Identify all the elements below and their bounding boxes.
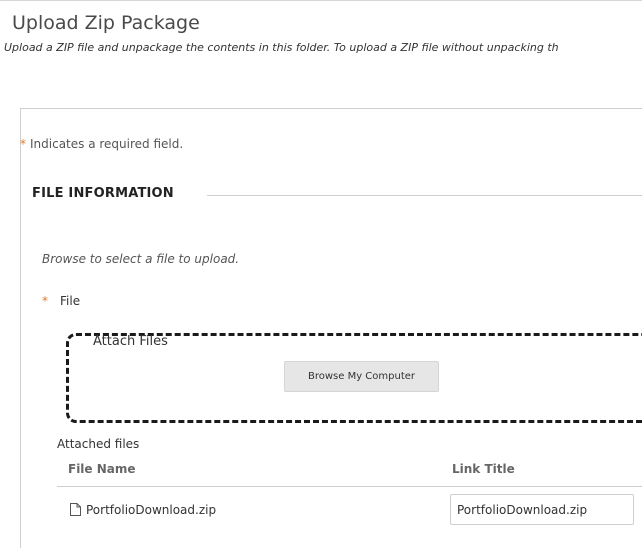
link-title-input[interactable] [450, 494, 634, 525]
section-divider [207, 195, 642, 196]
required-star: * [20, 137, 26, 151]
column-header-link-title: Link Title [452, 462, 515, 476]
required-note: * Indicates a required field. [20, 137, 183, 151]
file-name-text: PortfolioDownload.zip [86, 503, 217, 517]
attach-files-label: Attach Files [93, 334, 168, 349]
required-note-text: Indicates a required field. [30, 137, 184, 151]
table-header-divider [57, 486, 642, 487]
form-panel [20, 108, 642, 548]
document-icon [70, 503, 81, 516]
attached-files-title: Attached files [57, 437, 140, 451]
page-title: Upload Zip Package [12, 12, 200, 34]
file-required-star: * [42, 294, 48, 308]
file-label-text: File [60, 294, 81, 308]
page-header: Upload Zip Package Upload a ZIP file and… [0, 0, 642, 62]
browse-my-computer-button[interactable]: Browse My Computer [284, 361, 439, 392]
column-header-file-name: File Name [68, 462, 136, 476]
file-field-label: * File [42, 294, 80, 308]
browse-hint: Browse to select a file to upload. [42, 252, 240, 266]
section-title: FILE INFORMATION [32, 186, 174, 201]
page-subtitle: Upload a ZIP file and unpackage the cont… [4, 41, 559, 54]
table-row-file-name: PortfolioDownload.zip [70, 503, 216, 517]
